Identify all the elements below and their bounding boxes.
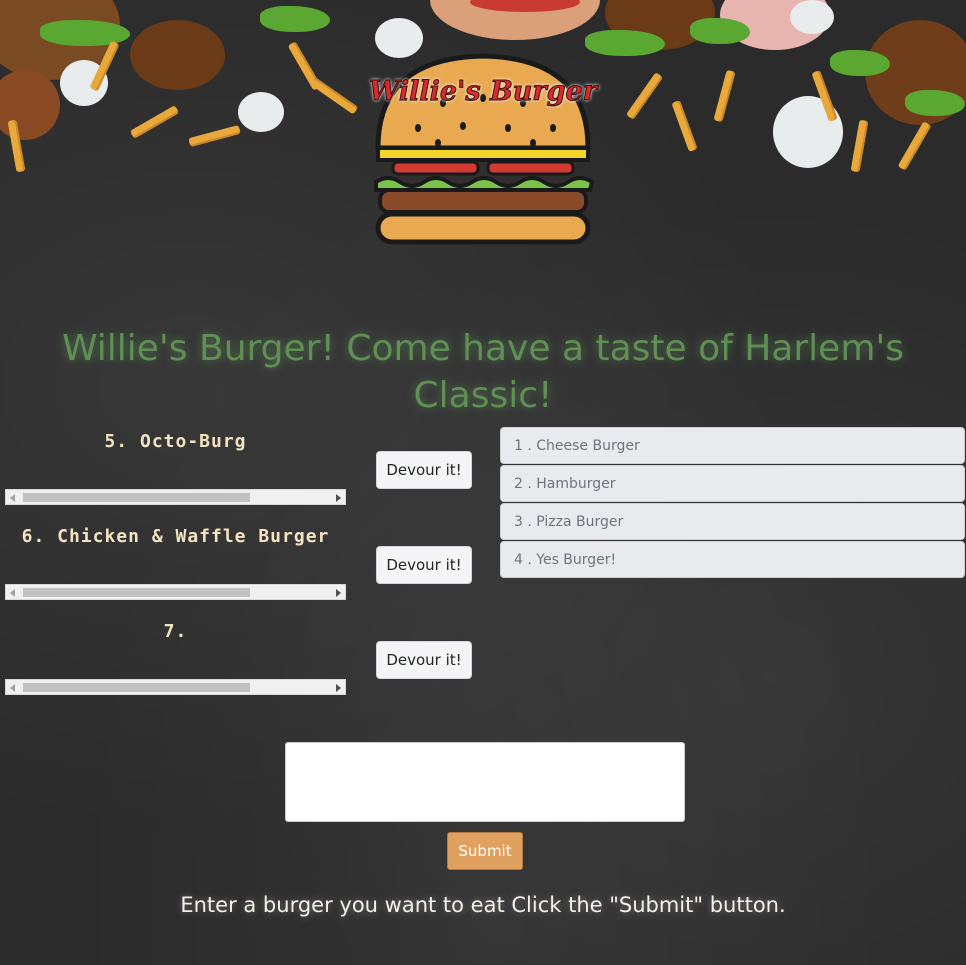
- burger-name: 6. Chicken & Waffle Burger: [21, 526, 330, 547]
- logo: Willie's Burger: [348, 48, 618, 248]
- devour-button[interactable]: Devour it!: [376, 546, 472, 584]
- logo-text: Willie's Burger: [369, 76, 598, 108]
- page-title: Willie's Burger! Come have a taste of Ha…: [61, 328, 905, 416]
- scroll-right-arrow-icon[interactable]: [336, 589, 341, 597]
- list-item: 3 . Pizza Burger: [500, 503, 965, 540]
- scrollbar-thumb[interactable]: [23, 683, 250, 692]
- list-item: 1 . Cheese Burger: [500, 427, 965, 464]
- scroll-left-arrow-icon[interactable]: [10, 684, 15, 692]
- devour-button[interactable]: Devour it!: [376, 641, 472, 679]
- horizontal-scrollbar[interactable]: [5, 489, 346, 505]
- burger-name: 7.: [163, 621, 188, 642]
- eaten-burger-list: 1 . Cheese Burger 2 . Hamburger 3 . Pizz…: [500, 427, 965, 579]
- scroll-left-arrow-icon[interactable]: [10, 494, 15, 502]
- scrollbar-thumb[interactable]: [23, 588, 250, 597]
- scroll-left-arrow-icon[interactable]: [10, 589, 15, 597]
- scroll-right-arrow-icon[interactable]: [336, 494, 341, 502]
- instructions-text: Enter a burger you want to eat Click the…: [180, 893, 786, 917]
- burger-input[interactable]: [285, 742, 685, 822]
- devour-button[interactable]: Devour it!: [376, 451, 472, 489]
- horizontal-scrollbar[interactable]: [5, 584, 346, 600]
- list-item: 4 . Yes Burger!: [500, 541, 965, 578]
- list-item: 2 . Hamburger: [500, 465, 965, 502]
- scrollbar-thumb[interactable]: [23, 493, 250, 502]
- burger-name: 5. Octo-Burg: [104, 431, 247, 452]
- horizontal-scrollbar[interactable]: [5, 679, 346, 695]
- submit-button[interactable]: Submit: [447, 832, 523, 870]
- scroll-right-arrow-icon[interactable]: [336, 684, 341, 692]
